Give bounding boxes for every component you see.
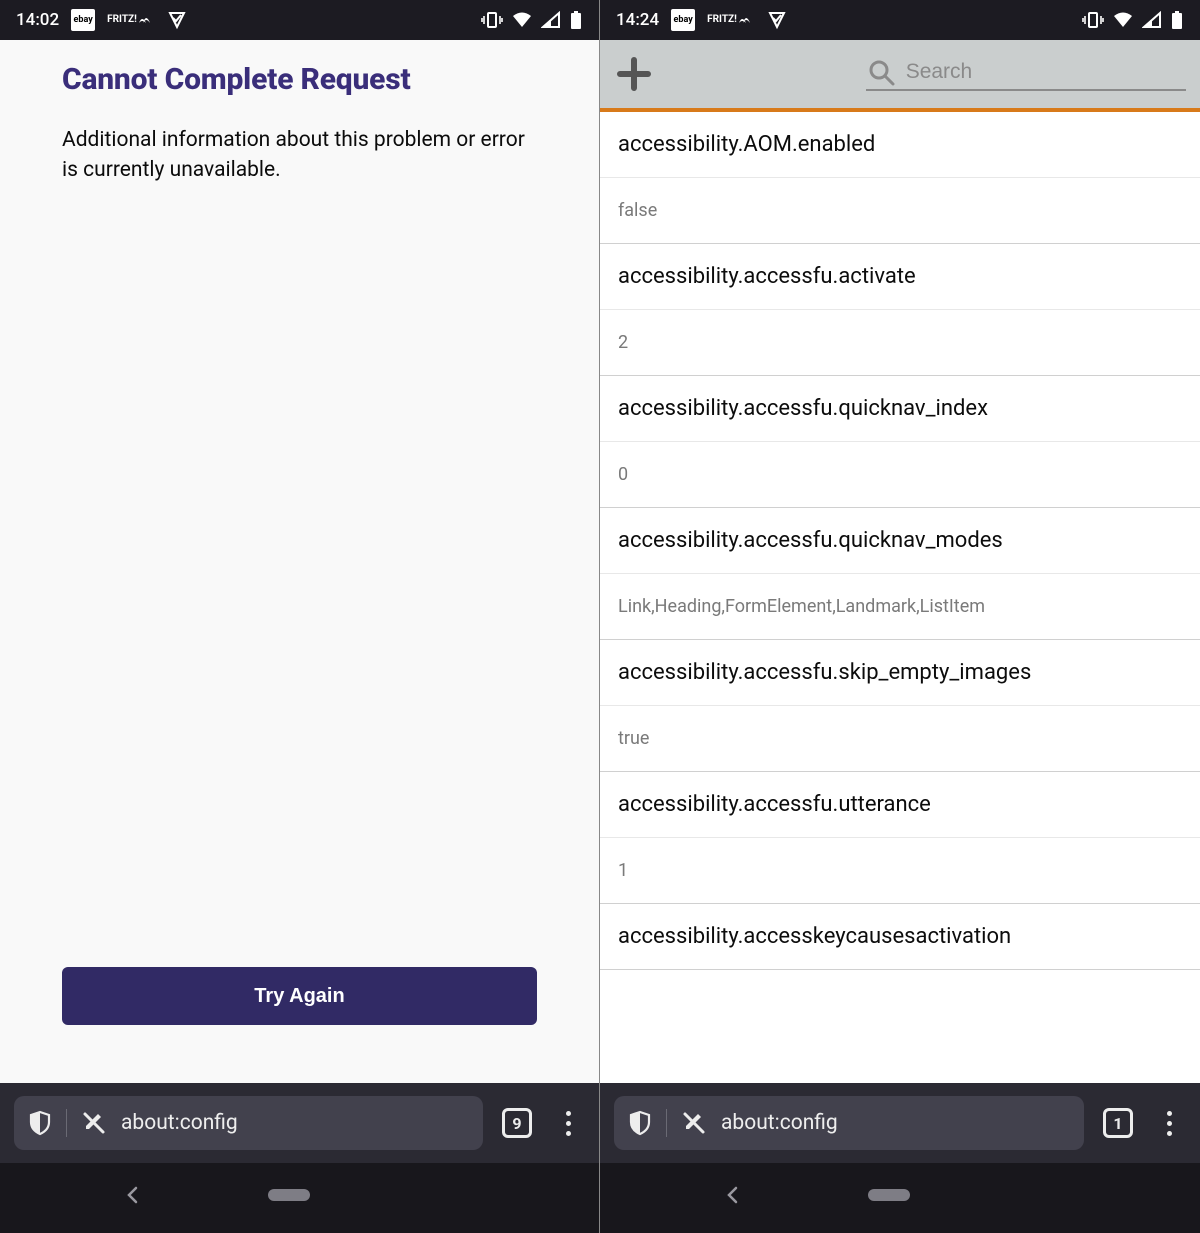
fritz-app-icon: FRITZ! [107, 15, 155, 25]
tabs-button[interactable]: 1 [1096, 1108, 1140, 1138]
battery-icon [569, 10, 583, 30]
error-page: Cannot Complete Request Additional infor… [0, 40, 599, 1083]
pref-row[interactable]: accessibility.accesskeycausesactivation [600, 904, 1200, 970]
home-pill[interactable] [868, 1189, 910, 1201]
ebay-app-icon: ebay [671, 9, 695, 31]
tab-count: 1 [1113, 1114, 1122, 1133]
pref-name: accessibility.accessfu.activate [600, 244, 1200, 310]
search-field-wrap[interactable] [866, 57, 1186, 91]
back-button[interactable] [123, 1185, 143, 1205]
error-description: Additional information about this proble… [62, 125, 537, 186]
status-time: 14:02 [16, 10, 59, 30]
shield-icon[interactable] [28, 1110, 52, 1136]
signal-icon [541, 11, 561, 29]
url-bar[interactable]: about:config [614, 1096, 1084, 1150]
menu-button[interactable] [551, 1111, 585, 1136]
pref-row[interactable]: accessibility.accessfu.activate 2 [600, 244, 1200, 376]
pref-value: Link,Heading,FormElement,Landmark,ListIt… [600, 574, 1200, 639]
pref-value: true [600, 706, 1200, 771]
pref-list[interactable]: accessibility.AOM.enabled false accessib… [600, 112, 1200, 1083]
signal-icon [1142, 11, 1162, 29]
pref-name: accessibility.AOM.enabled [600, 112, 1200, 178]
edit-off-icon[interactable] [81, 1110, 107, 1136]
tab-count: 9 [512, 1114, 521, 1133]
urlbar-divider [66, 1109, 67, 1137]
home-pill[interactable] [268, 1189, 310, 1201]
fritz-app-icon: FRITZ! [707, 15, 755, 25]
try-again-button[interactable]: Try Again [62, 967, 537, 1025]
system-nav-bar [600, 1163, 1200, 1233]
check-app-icon [767, 10, 787, 30]
pref-value: false [600, 178, 1200, 243]
pref-name: accessibility.accessfu.utterance [600, 772, 1200, 838]
pref-value: 0 [600, 442, 1200, 507]
pref-row[interactable]: accessibility.accessfu.skip_empty_images… [600, 640, 1200, 772]
pref-row[interactable]: accessibility.AOM.enabled false [600, 112, 1200, 244]
browser-toolbar: about:config 9 [0, 1083, 599, 1163]
pref-value: 1 [600, 838, 1200, 903]
edit-off-icon[interactable] [681, 1110, 707, 1136]
pref-row[interactable]: accessibility.accessfu.quicknav_modes Li… [600, 508, 1200, 640]
error-title: Cannot Complete Request [62, 62, 537, 97]
back-button[interactable] [723, 1185, 743, 1205]
system-nav-bar [0, 1163, 599, 1233]
browser-toolbar: about:config 1 [600, 1083, 1200, 1163]
pref-name: accessibility.accessfu.quicknav_index [600, 376, 1200, 442]
check-app-icon [167, 10, 187, 30]
pref-name: accessibility.accesskeycausesactivation [600, 904, 1200, 969]
wifi-icon [511, 11, 533, 29]
status-bar: 14:24 ebay FRITZ! [600, 0, 1200, 40]
search-input[interactable] [906, 60, 1186, 84]
status-time: 14:24 [616, 10, 659, 30]
wifi-icon [1112, 11, 1134, 29]
shield-icon[interactable] [628, 1110, 652, 1136]
pref-row[interactable]: accessibility.accessfu.quicknav_index 0 [600, 376, 1200, 508]
search-icon [866, 57, 906, 87]
ebay-app-icon: ebay [71, 9, 95, 31]
url-text: about:config [121, 1111, 238, 1135]
pref-name: accessibility.accessfu.skip_empty_images [600, 640, 1200, 706]
urlbar-divider [666, 1109, 667, 1137]
url-bar[interactable]: about:config [14, 1096, 483, 1150]
left-screenshot: 14:02 ebay FRITZ! Cannot Complete Reques… [0, 0, 600, 1233]
about-config-page: accessibility.AOM.enabled false accessib… [600, 40, 1200, 1083]
tabs-button[interactable]: 9 [495, 1108, 539, 1138]
vibrate-icon [1082, 11, 1104, 29]
menu-button[interactable] [1152, 1111, 1186, 1136]
battery-icon [1170, 10, 1184, 30]
pref-name: accessibility.accessfu.quicknav_modes [600, 508, 1200, 574]
right-screenshot: 14:24 ebay FRITZ! accessi [600, 0, 1200, 1233]
vibrate-icon [481, 11, 503, 29]
add-pref-button[interactable] [614, 54, 654, 94]
config-toolbar [600, 40, 1200, 112]
status-bar: 14:02 ebay FRITZ! [0, 0, 599, 40]
pref-value: 2 [600, 310, 1200, 375]
pref-row[interactable]: accessibility.accessfu.utterance 1 [600, 772, 1200, 904]
url-text: about:config [721, 1111, 838, 1135]
